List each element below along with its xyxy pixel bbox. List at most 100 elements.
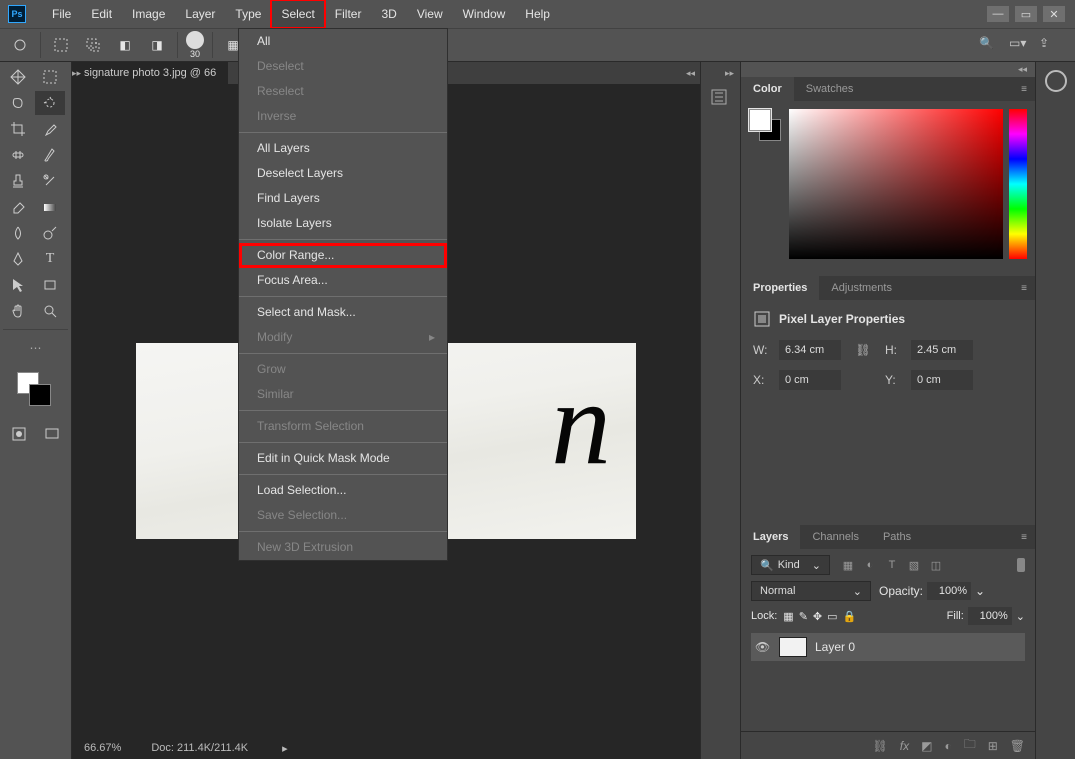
menu-filter[interactable]: Filter xyxy=(325,0,372,28)
mask-icon[interactable]: ◩ xyxy=(921,739,932,753)
width-input[interactable] xyxy=(779,340,841,360)
tab-color[interactable]: Color xyxy=(741,77,794,101)
delete-layer-icon[interactable]: 🗑 xyxy=(1010,739,1025,753)
link-wh-icon[interactable]: ⛓ xyxy=(851,343,875,357)
healing-tool[interactable] xyxy=(3,143,33,167)
zoom-level[interactable]: 66.67% xyxy=(84,742,121,754)
hue-slider[interactable] xyxy=(1009,109,1027,259)
zoom-tool[interactable] xyxy=(35,299,65,323)
tab-channels[interactable]: Channels xyxy=(800,525,870,549)
collapse-right-icon[interactable]: ◂◂ xyxy=(686,68,695,79)
blur-tool[interactable] xyxy=(3,221,33,245)
quickmask-toggle[interactable] xyxy=(4,422,34,446)
fill-input[interactable]: 100% xyxy=(968,607,1012,625)
y-input[interactable] xyxy=(911,370,973,390)
link-layers-icon[interactable]: ⛓ xyxy=(873,739,888,753)
gradient-tool[interactable] xyxy=(35,195,65,219)
document-tab[interactable]: signature photo 3.jpg @ 66 xyxy=(72,62,228,84)
share-icon[interactable]: ⇪ xyxy=(1039,36,1057,54)
menu-view[interactable]: View xyxy=(407,0,453,28)
tab-paths[interactable]: Paths xyxy=(871,525,923,549)
menuitem-edit-in-quick-mask-mode[interactable]: Edit in Quick Mask Mode xyxy=(239,446,447,471)
filter-pixel-icon[interactable]: ▦ xyxy=(840,557,856,573)
menuitem-find-layers[interactable]: Find Layers xyxy=(239,186,447,211)
new-selection-icon[interactable] xyxy=(49,33,73,57)
x-input[interactable] xyxy=(779,370,841,390)
tab-swatches[interactable]: Swatches xyxy=(794,77,866,101)
window-maximize-button[interactable]: ▭ xyxy=(1015,6,1037,22)
adjustment-layer-icon[interactable]: ◐ xyxy=(944,739,951,753)
menu-3d[interactable]: 3D xyxy=(371,0,406,28)
move-tool[interactable] xyxy=(3,65,33,89)
menuitem-select-and-mask[interactable]: Select and Mask... xyxy=(239,300,447,325)
filter-toggle[interactable] xyxy=(1017,558,1025,572)
lock-all-icon[interactable]: 🔒 xyxy=(843,610,857,623)
menu-layer[interactable]: Layer xyxy=(175,0,225,28)
opacity-input[interactable]: 100% xyxy=(927,582,971,600)
menuitem-deselect-layers[interactable]: Deselect Layers xyxy=(239,161,447,186)
menu-edit[interactable]: Edit xyxy=(81,0,122,28)
stamp-tool[interactable] xyxy=(3,169,33,193)
lock-artboard-icon[interactable]: ▭ xyxy=(827,610,837,623)
lock-transparency-icon[interactable]: ▦ xyxy=(783,610,793,623)
menuitem-all-layers[interactable]: All Layers xyxy=(239,136,447,161)
window-minimize-button[interactable]: — xyxy=(987,6,1009,22)
panel-menu-icon[interactable]: ≡ xyxy=(1013,84,1035,95)
quick-select-tool[interactable] xyxy=(35,91,65,115)
eraser-tool[interactable] xyxy=(3,195,33,219)
filter-shape-icon[interactable]: ▧ xyxy=(906,557,922,573)
panel-color-swatches[interactable] xyxy=(749,109,783,143)
menu-window[interactable]: Window xyxy=(453,0,516,28)
filter-type-icon[interactable]: T xyxy=(884,557,900,573)
intersect-selection-icon[interactable]: ◨ xyxy=(145,33,169,57)
tab-properties[interactable]: Properties xyxy=(741,276,819,300)
menu-type[interactable]: Type xyxy=(225,0,271,28)
menu-select[interactable]: Select xyxy=(271,0,324,28)
hand-tool[interactable] xyxy=(3,299,33,323)
menuitem-color-range[interactable]: Color Range... xyxy=(239,243,447,268)
color-swatches[interactable] xyxy=(3,368,68,418)
workspace-switcher-icon[interactable]: ▭▾ xyxy=(1009,36,1027,54)
group-icon[interactable]: 🗀 xyxy=(964,735,976,756)
tab-layers[interactable]: Layers xyxy=(741,525,800,549)
menu-file[interactable]: File xyxy=(42,0,81,28)
strip-collapse-icon[interactable]: ▸▸ xyxy=(725,68,740,79)
menuitem-focus-area[interactable]: Focus Area... xyxy=(239,268,447,293)
shape-tool[interactable] xyxy=(35,273,65,297)
layer-name[interactable]: Layer 0 xyxy=(815,640,855,654)
path-select-tool[interactable] xyxy=(3,273,33,297)
menuitem-load-selection[interactable]: Load Selection... xyxy=(239,478,447,503)
crop-tool[interactable] xyxy=(3,117,33,141)
menu-image[interactable]: Image xyxy=(122,0,175,28)
panel-menu-icon[interactable]: ≡ xyxy=(1013,283,1035,294)
collapse-left-icon[interactable]: ▸▸ xyxy=(72,68,81,79)
blend-mode-select[interactable]: Normal⌄ xyxy=(751,581,871,601)
screen-mode-toggle[interactable] xyxy=(37,422,67,446)
filter-adjust-icon[interactable]: ◐ xyxy=(862,557,878,573)
layer-thumbnail[interactable] xyxy=(779,637,807,657)
tool-preset-icon[interactable] xyxy=(8,33,32,57)
panel-menu-icon[interactable]: ≡ xyxy=(1013,532,1035,543)
subtract-selection-icon[interactable]: ◧ xyxy=(113,33,137,57)
search-icon[interactable]: 🔍 xyxy=(979,36,997,54)
menuitem-all[interactable]: All xyxy=(239,29,447,54)
doc-info[interactable]: Doc: 211.4K/211.4K xyxy=(151,742,248,754)
lock-position-icon[interactable]: ✥ xyxy=(813,610,822,623)
window-close-button[interactable]: ✕ xyxy=(1043,6,1065,22)
menuitem-isolate-layers[interactable]: Isolate Layers xyxy=(239,211,447,236)
new-layer-icon[interactable]: ⊞ xyxy=(988,739,998,753)
lasso-tool[interactable] xyxy=(3,91,33,115)
brush-tool[interactable] xyxy=(35,143,65,167)
filter-smart-icon[interactable]: ◫ xyxy=(928,557,944,573)
background-color[interactable] xyxy=(29,384,51,406)
lock-pixels-icon[interactable]: ✎ xyxy=(799,610,808,623)
dodge-tool[interactable] xyxy=(35,221,65,245)
menu-help[interactable]: Help xyxy=(515,0,560,28)
edit-toolbar-icon[interactable]: ⋯ xyxy=(3,336,68,360)
creative-cloud-icon[interactable] xyxy=(1045,70,1067,92)
fx-icon[interactable]: fx xyxy=(900,739,909,753)
panel-collapse-icon[interactable]: ◂◂ xyxy=(1010,62,1035,77)
visibility-eye-icon[interactable]: 👁 xyxy=(755,640,771,654)
layer-filter-kind[interactable]: 🔍Kind⌄ xyxy=(751,555,830,575)
layer-row[interactable]: 👁 Layer 0 xyxy=(751,633,1025,661)
